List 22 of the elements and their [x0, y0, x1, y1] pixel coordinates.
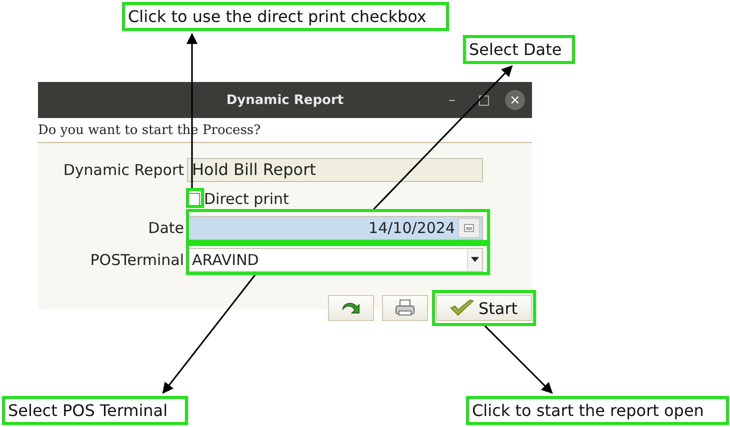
- print-button[interactable]: [382, 295, 428, 321]
- callout-label: Select POS Terminal: [2, 396, 188, 425]
- minimize-button[interactable]: –: [442, 90, 462, 110]
- checkmark-icon: [450, 299, 474, 317]
- date-field[interactable]: 14/10/2024: [187, 216, 483, 240]
- report-field[interactable]: Hold Bill Report: [187, 158, 483, 182]
- refresh-button[interactable]: [328, 295, 374, 321]
- checkbox-label: Direct print: [204, 190, 289, 208]
- calendar-icon[interactable]: [458, 218, 480, 238]
- window-title: Dynamic Report: [226, 92, 344, 108]
- field-label: POSTerminal: [89, 250, 184, 268]
- pos-terminal-dropdown[interactable]: ARAVIND: [187, 248, 483, 272]
- close-button[interactable]: ×: [505, 90, 525, 110]
- field-label: Date: [147, 218, 184, 236]
- start-button[interactable]: Start: [436, 295, 532, 321]
- callout-label: Click to start the report open: [466, 396, 729, 425]
- callout-label: Click to use the direct print checkbox: [122, 2, 449, 31]
- printer-icon: [394, 299, 416, 317]
- dropdown-arrow-icon: [471, 257, 479, 262]
- arrow: [484, 325, 553, 394]
- field-label: Dynamic Report: [62, 160, 184, 178]
- callout-label: Select Date: [463, 35, 575, 64]
